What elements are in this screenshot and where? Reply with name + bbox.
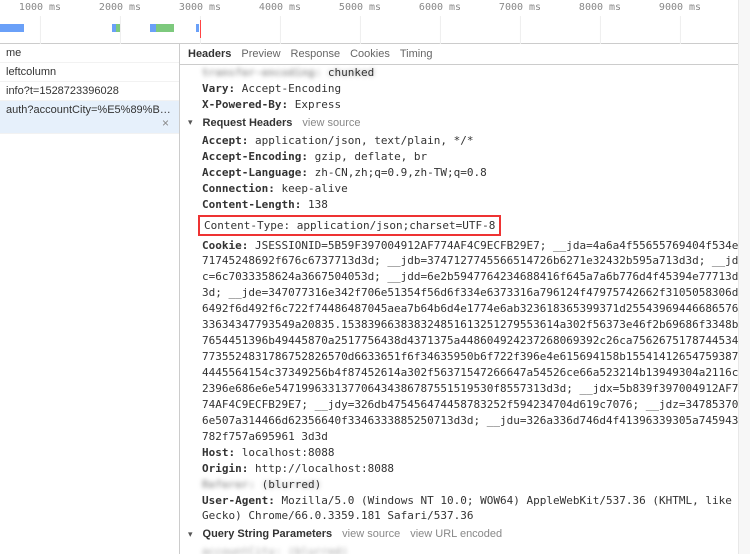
hdr-key: Content-Type:: [204, 219, 290, 232]
hdr-val: Mozilla/5.0 (Windows NT 10.0; WOW64) App…: [202, 494, 732, 523]
qs-row: accountCity: (blurred): [180, 544, 750, 554]
hdr-val: http://localhost:8088: [255, 462, 394, 475]
scrollbar[interactable]: [738, 0, 750, 554]
hdr-key: Referer:: [202, 478, 255, 491]
network-request-list[interactable]: me leftcolumn info?t=1528723396028 auth?…: [0, 44, 180, 554]
time-tick: 1000 ms: [19, 2, 61, 13]
section-query-string[interactable]: ▾ Query String Parameters view source vi…: [180, 524, 750, 544]
hdr-key: Vary:: [202, 82, 235, 95]
time-tick: 3000 ms: [179, 2, 221, 13]
section-request-headers[interactable]: ▾ Request Headers view source: [180, 113, 750, 133]
section-title: Request Headers: [203, 117, 293, 129]
hdr-val: Express: [295, 98, 341, 111]
time-tick: 5000 ms: [339, 2, 381, 13]
tab-cookies[interactable]: Cookies: [350, 48, 390, 60]
hdr-val: JSESSIONID=5B59F397004912AF774AF4C9ECFB2…: [202, 239, 738, 443]
hdr-val: application/json, text/plain, */*: [255, 134, 474, 147]
time-tick: 4000 ms: [259, 2, 301, 13]
list-item-selected[interactable]: auth?accountCity=%E5%89%BF%E5%87%... ×: [0, 101, 179, 134]
tab-timing[interactable]: Timing: [400, 48, 433, 60]
list-item[interactable]: leftcolumn: [0, 63, 179, 82]
timeline[interactable]: 1000 ms 2000 ms 3000 ms 4000 ms 5000 ms …: [0, 0, 750, 44]
tabs: Headers Preview Response Cookies Timing: [180, 44, 750, 65]
hdr-val: 138: [308, 198, 328, 211]
section-title: Query String Parameters: [203, 528, 333, 540]
tab-headers[interactable]: Headers: [188, 48, 231, 60]
view-source-link[interactable]: view source: [302, 117, 360, 129]
hdr-key: transfer-encoding:: [202, 66, 321, 79]
tab-preview[interactable]: Preview: [241, 48, 280, 60]
time-tick: 9000 ms: [659, 2, 701, 13]
list-item-label: auth?accountCity=%E5%89%BF%E5%87%...: [6, 104, 179, 116]
time-tick: 8000 ms: [579, 2, 621, 13]
hdr-key: Accept-Encoding:: [202, 150, 308, 163]
close-icon[interactable]: ×: [158, 116, 173, 130]
list-item[interactable]: me: [0, 44, 179, 63]
hdr-key: Connection:: [202, 182, 275, 195]
hdr-val: application/json;charset=UTF-8: [297, 219, 496, 232]
hdr-val: keep-alive: [281, 182, 347, 195]
hdr-key: Host:: [202, 446, 235, 459]
hdr-key: Cookie:: [202, 239, 248, 252]
hdr-key: Origin:: [202, 462, 248, 475]
list-item[interactable]: info?t=1528723396028: [0, 82, 179, 101]
details-panel: Headers Preview Response Cookies Timing …: [180, 44, 750, 554]
hdr-val: (blurred): [262, 478, 322, 491]
hdr-key: Accept-Language:: [202, 166, 308, 179]
hdr-val: localhost:8088: [242, 446, 335, 459]
caret-down-icon: ▾: [188, 529, 193, 540]
hdr-val: chunked: [328, 66, 374, 79]
time-tick: 6000 ms: [419, 2, 461, 13]
time-tick: 7000 ms: [499, 2, 541, 13]
tab-response[interactable]: Response: [291, 48, 341, 60]
hdr-key: User-Agent:: [202, 494, 275, 507]
hdr-key: X-Powered-By:: [202, 98, 288, 111]
hdr-key: Accept:: [202, 134, 248, 147]
hdr-key: Content-Length:: [202, 198, 301, 211]
hdr-val: Accept-Encoding: [242, 82, 341, 95]
caret-down-icon: ▾: [188, 117, 193, 128]
view-url-encoded-link[interactable]: view URL encoded: [410, 528, 502, 540]
hdr-val: gzip, deflate, br: [315, 150, 428, 163]
content-type-highlight: Content-Type: application/json;charset=U…: [198, 215, 501, 236]
hdr-val: zh-CN,zh;q=0.9,zh-TW;q=0.8: [315, 166, 487, 179]
time-tick: 2000 ms: [99, 2, 141, 13]
view-source-link[interactable]: view source: [342, 528, 400, 540]
